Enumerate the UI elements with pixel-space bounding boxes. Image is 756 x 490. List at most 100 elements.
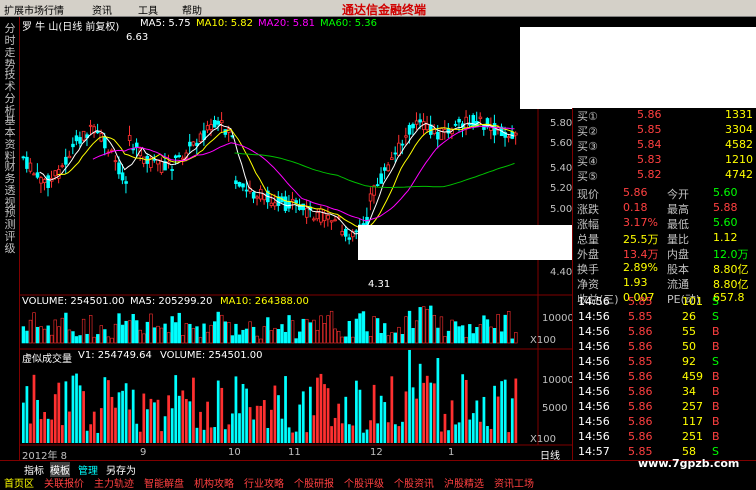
bottom-nav-item[interactable]: 行业攻略 <box>244 475 284 490</box>
virtual-volume-bar <box>202 429 206 443</box>
bottom-nav-item[interactable]: 关联报价 <box>44 475 84 490</box>
tick-volume: 26 <box>682 310 696 323</box>
virtual-volume-bar <box>383 402 387 443</box>
volume-bar <box>368 335 373 344</box>
volume-bar <box>510 338 514 344</box>
volume-bar <box>57 326 61 344</box>
tab-profile[interactable]: 基本资料 <box>3 115 17 163</box>
virtual-volume-bar <box>231 413 234 443</box>
virtual-volume-bar <box>305 432 309 443</box>
candle-body <box>269 202 274 206</box>
quote-value: 2.89% <box>623 261 658 274</box>
volume-bar <box>89 315 93 344</box>
low-price-annotation: 4.31 <box>368 279 391 290</box>
tick-volume: 50 <box>682 340 696 353</box>
virtual-volume-bar <box>277 395 280 443</box>
virtual-volume-bar <box>500 381 504 443</box>
candle-body <box>234 180 238 184</box>
virtual-volume-bar <box>429 382 433 443</box>
virtual-volume-bar <box>82 391 85 443</box>
quote-label: 今开 <box>667 188 689 201</box>
candle-body <box>78 137 82 144</box>
virtual-volume-bar <box>454 424 457 443</box>
bottom-nav-item[interactable]: 个股评级 <box>344 475 384 490</box>
virtual-volume-bar <box>68 411 71 443</box>
ma10-label: MA10: 5.82 <box>196 18 254 29</box>
candle-body <box>216 120 221 125</box>
bottom-nav-item[interactable]: 主力轨迹 <box>94 475 134 490</box>
candle-body <box>407 124 412 135</box>
tab-rating[interactable]: 预测评级 <box>3 207 17 255</box>
candle-body <box>347 237 352 240</box>
tab-technical[interactable]: 技术分析 <box>3 69 17 117</box>
virtual-volume-bar <box>376 423 380 443</box>
volume-bar <box>244 328 249 344</box>
quote-row: 现价 5.86 今开 5.60 <box>573 186 756 201</box>
candle-body <box>375 184 380 186</box>
virtual-volume-bar <box>124 383 128 443</box>
virtual-volume-bar <box>252 419 256 443</box>
candle-body <box>492 123 497 136</box>
volume-bar <box>251 326 256 344</box>
bottom-nav-item[interactable]: 个股资讯 <box>394 475 434 490</box>
virtual-volume-bar <box>471 413 475 443</box>
virtual-volume-bar <box>514 378 518 443</box>
virtual-volume-bar <box>479 421 482 443</box>
order-price: 5.85 <box>637 123 662 136</box>
date-tick: 11 <box>288 447 301 458</box>
volume-bar <box>266 317 270 344</box>
virtual-volume-bar <box>238 413 241 443</box>
volume-bar <box>124 320 128 344</box>
price-tick: 4.40 <box>550 267 573 278</box>
price-tick: 5.60 <box>550 138 573 149</box>
volume-bar <box>422 306 426 344</box>
volume-bar <box>507 311 511 344</box>
candle-body <box>212 119 217 128</box>
volume-bar <box>400 334 405 344</box>
bottom-nav-item[interactable]: 首页区 <box>4 475 34 490</box>
virtual-volume-title: 虚似成交量 <box>22 354 72 365</box>
tick-direction: B <box>712 385 720 398</box>
bottom-nav-item[interactable]: 资讯工场 <box>494 475 534 490</box>
menu-item-news[interactable]: 资讯 <box>92 2 112 17</box>
menu-item-market[interactable]: 扩展市场行情 <box>4 2 64 17</box>
menu-item-help[interactable]: 帮助 <box>182 2 202 17</box>
tick-direction: B <box>712 325 720 338</box>
quote-value: 1.93 <box>623 276 648 289</box>
virtual-volume-bar <box>131 389 135 443</box>
tab-intraday[interactable]: 分时走势 <box>3 23 17 71</box>
virtual-volume-bar <box>60 425 64 443</box>
virtual-volume-bar <box>308 386 312 443</box>
bottom-nav-item[interactable]: 沪股精选 <box>444 475 484 490</box>
virtual-volume-bar <box>57 382 61 443</box>
virtual-volume-bar <box>510 398 514 443</box>
volume-bar <box>234 323 238 344</box>
virtual-volume-bar <box>181 390 185 443</box>
volume-bar <box>227 322 231 344</box>
virtual-volume-bar <box>475 400 479 443</box>
quote-value: 3.17% <box>623 216 658 229</box>
tab-financial[interactable]: 财务透视 <box>3 161 17 209</box>
volume-bar <box>32 312 36 344</box>
volume-bar <box>53 319 57 344</box>
candle-body <box>305 207 309 218</box>
virtual-volume-bar <box>39 419 43 443</box>
volume-bar <box>418 307 422 344</box>
virtual-volume-bar <box>355 380 358 443</box>
order-volume: 1331 <box>725 108 753 121</box>
virtual-volume-bar <box>192 377 195 443</box>
volume-bar <box>74 336 79 344</box>
volume-bar <box>326 315 330 344</box>
bottom-nav-item[interactable]: 机构攻略 <box>194 475 234 490</box>
volume-bar <box>475 327 479 344</box>
virtual-volume-bar <box>496 396 500 443</box>
bottom-nav-item[interactable]: 智能解盘 <box>144 475 184 490</box>
candle-body <box>120 172 125 181</box>
bottom-nav-item[interactable]: 个股研报 <box>294 475 334 490</box>
menu-item-tools[interactable]: 工具 <box>138 2 158 17</box>
virtual-axis-unit: X100 <box>530 434 556 445</box>
volume-bar <box>262 326 266 344</box>
virtual-volume-bar <box>287 427 291 443</box>
volume-bar <box>453 321 458 344</box>
quote-label: 涨跌 <box>577 203 599 216</box>
